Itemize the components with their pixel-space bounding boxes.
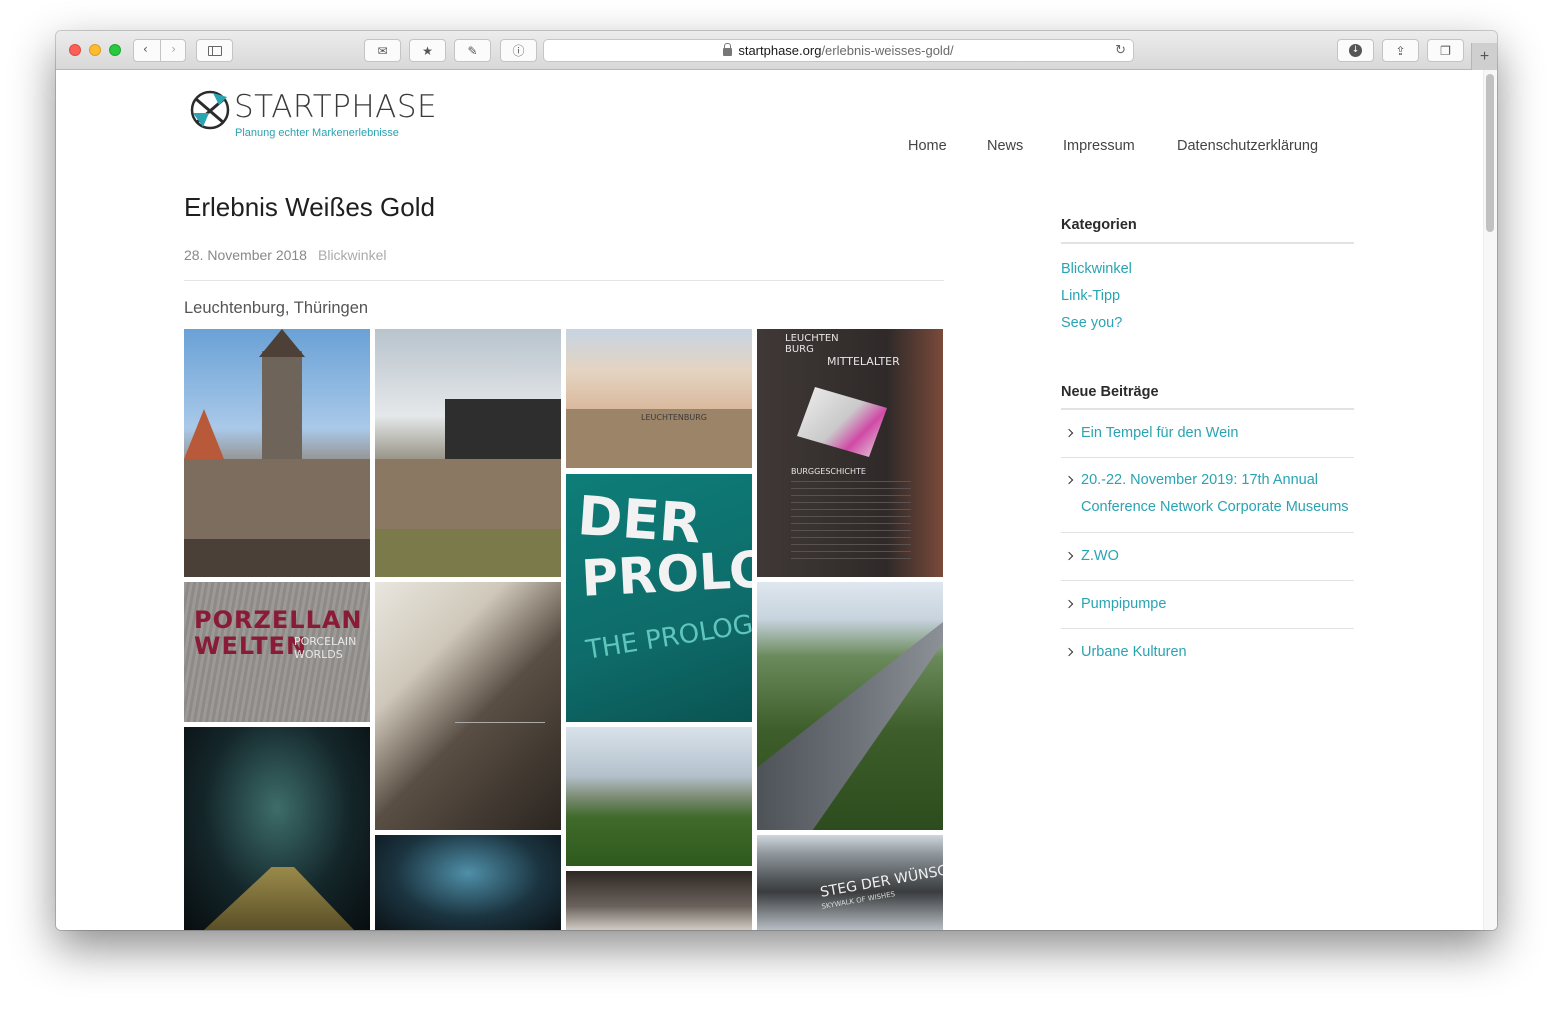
divider bbox=[1061, 408, 1354, 410]
recent-post-link[interactable]: Pumpipumpe bbox=[1081, 591, 1166, 618]
recent-post-item[interactable]: 20.-22. November 2019: 17th Annual Confe… bbox=[1061, 467, 1354, 533]
prolog-line2: PROLOG bbox=[580, 537, 752, 608]
nav-impressum[interactable]: Impressum bbox=[1063, 138, 1135, 154]
chevron-right-icon bbox=[1064, 599, 1074, 609]
recent-post-link[interactable]: Z.WO bbox=[1081, 543, 1119, 570]
map-subhead: BURGGESCHICHTE bbox=[791, 467, 866, 476]
map-line2: BURG bbox=[785, 344, 814, 355]
url-path: /erlebnis-weisses-gold/ bbox=[821, 43, 954, 58]
chevron-right-icon bbox=[1064, 647, 1074, 657]
tabs-icon: ❐ bbox=[1440, 43, 1451, 58]
downloads-button[interactable]: ↓ bbox=[1337, 39, 1374, 62]
reload-icon[interactable]: ↻ bbox=[1115, 43, 1126, 58]
address-bar[interactable]: startphase.org/erlebnis-weisses-gold/ ↻ bbox=[543, 39, 1134, 62]
nav-news[interactable]: News bbox=[987, 138, 1023, 154]
sidebar-recent-heading: Neue Beiträge bbox=[1061, 384, 1159, 400]
browser-window: ‹ › ✉ ★ ✎ ⓘ startphase.org/erlebnis-weis… bbox=[56, 31, 1497, 930]
recent-post-item[interactable]: Z.WO bbox=[1061, 543, 1354, 581]
tabs-overview-button[interactable]: ❐ bbox=[1427, 39, 1464, 62]
category-link-link-tipp[interactable]: Link-Tipp bbox=[1061, 288, 1120, 304]
scrollbar-thumb[interactable] bbox=[1486, 74, 1494, 232]
nav-home[interactable]: Home bbox=[908, 138, 947, 154]
divider bbox=[184, 280, 944, 281]
share-button[interactable]: ⇪ bbox=[1382, 39, 1419, 62]
post-subtitle: Leuchtenburg, Thüringen bbox=[184, 299, 369, 317]
page-content: STARTPHASE Planung echter Markenerlebnis… bbox=[56, 70, 1497, 930]
post-title: Erlebnis Weißes Gold bbox=[184, 192, 435, 222]
browser-toolbar: ‹ › ✉ ★ ✎ ⓘ startphase.org/erlebnis-weis… bbox=[56, 31, 1497, 70]
gallery-image-castle-map-sign[interactable]: LEUCHTEN BURG MITTELALTER BURGGESCHICHTE bbox=[757, 329, 943, 577]
logo-wordmark: STARTPHASE bbox=[234, 89, 438, 125]
sidebar-toggle-button[interactable] bbox=[196, 39, 233, 62]
porzellan-en1: PORCELAIN bbox=[294, 635, 357, 648]
lock-icon bbox=[723, 42, 733, 56]
gallery-image-paper-cut-leaves[interactable] bbox=[375, 582, 561, 830]
sign-leuchtenburg: LEUCHTENBURG bbox=[641, 413, 707, 422]
mail-button[interactable]: ✉ bbox=[364, 39, 401, 62]
forward-icon[interactable]: › bbox=[171, 42, 176, 56]
prolog-en: THE PROLOGUE bbox=[584, 604, 752, 666]
gallery-image-castle-tower[interactable] bbox=[184, 329, 370, 577]
minimize-window-button[interactable] bbox=[89, 44, 101, 56]
star-icon: ★ bbox=[422, 43, 433, 58]
nav-datenschutz[interactable]: Datenschutzerklärung bbox=[1177, 138, 1318, 154]
category-link-see-you[interactable]: See you? bbox=[1061, 315, 1122, 331]
gallery-image-illuminated-trees[interactable] bbox=[375, 835, 561, 930]
post-category[interactable]: Blickwinkel bbox=[318, 247, 386, 263]
gallery-image-der-prolog[interactable]: DER PROLOG THE PROLOGUE bbox=[566, 474, 752, 722]
recent-post-link[interactable]: Urbane Kulturen bbox=[1081, 639, 1187, 666]
gallery-image-leuchtenburg-building[interactable]: LEUCHTENBURG bbox=[566, 329, 752, 468]
gallery-image-skywalk[interactable] bbox=[757, 582, 943, 830]
site-logo[interactable]: STARTPHASE Planung echter Markenerlebnis… bbox=[189, 87, 437, 143]
recent-post-link[interactable]: Ein Tempel für den Wein bbox=[1081, 420, 1238, 447]
map-line3: MITTELALTER bbox=[827, 355, 900, 368]
zoom-window-button[interactable] bbox=[109, 44, 121, 56]
plus-icon: + bbox=[1479, 47, 1490, 65]
envelope-icon: ✉ bbox=[377, 43, 388, 58]
password-icon: ⓘ bbox=[512, 44, 525, 58]
password-button[interactable]: ⓘ bbox=[500, 39, 537, 62]
gallery-image-steg-der-wuensche[interactable]: STEG DER WÜNSCHE SKYWALK OF WISHES bbox=[757, 835, 943, 930]
bookmark-button[interactable]: ★ bbox=[409, 39, 446, 62]
gallery-image-porzellan-welten[interactable]: PORZELLAN WELTEN PORCELAIN WORLDS bbox=[184, 582, 370, 722]
extension-button[interactable]: ✎ bbox=[454, 39, 491, 62]
url-host: startphase.org bbox=[738, 43, 822, 58]
back-forward-buttons[interactable]: ‹ › bbox=[133, 39, 186, 62]
recent-post-item[interactable]: Pumpipumpe bbox=[1061, 591, 1354, 629]
share-icon: ⇪ bbox=[1395, 43, 1406, 58]
gallery-image-valley-view[interactable] bbox=[566, 727, 752, 866]
gallery-image-porcelain-plates[interactable] bbox=[566, 871, 752, 930]
category-link-blickwinkel[interactable]: Blickwinkel bbox=[1061, 261, 1132, 277]
puzzle-icon: ✎ bbox=[467, 43, 478, 58]
post-date[interactable]: 28. November 2018 bbox=[184, 247, 307, 263]
recent-post-item[interactable]: Urbane Kulturen bbox=[1061, 639, 1354, 677]
divider bbox=[1061, 242, 1354, 244]
logo-tagline: Planung echter Markenerlebnisse bbox=[235, 127, 399, 139]
back-icon[interactable]: ‹ bbox=[143, 42, 148, 56]
new-tab-button[interactable]: + bbox=[1471, 43, 1497, 70]
chevron-right-icon bbox=[1064, 475, 1074, 485]
gallery-image-modern-extension[interactable] bbox=[375, 329, 561, 577]
chevron-right-icon bbox=[1064, 551, 1074, 561]
recent-post-link[interactable]: 20.-22. November 2019: 17th Annual Confe… bbox=[1081, 467, 1356, 521]
chevron-right-icon bbox=[1064, 428, 1074, 438]
porzellan-en2: WORLDS bbox=[294, 648, 343, 661]
logo-mark-icon bbox=[190, 90, 230, 130]
porzellan-line1: PORZELLAN bbox=[194, 606, 363, 634]
map-line1: LEUCHTEN bbox=[785, 333, 839, 344]
download-icon: ↓ bbox=[1349, 44, 1362, 57]
gallery-image-dark-forest-path[interactable] bbox=[184, 727, 370, 930]
sidebar-icon bbox=[207, 45, 222, 56]
castle-diagram bbox=[797, 387, 887, 457]
sidebar-categories-heading: Kategorien bbox=[1061, 217, 1137, 233]
porzellan-line2: WELTEN bbox=[194, 632, 308, 660]
close-window-button[interactable] bbox=[69, 44, 81, 56]
recent-post-item[interactable]: Ein Tempel für den Wein bbox=[1061, 420, 1354, 458]
